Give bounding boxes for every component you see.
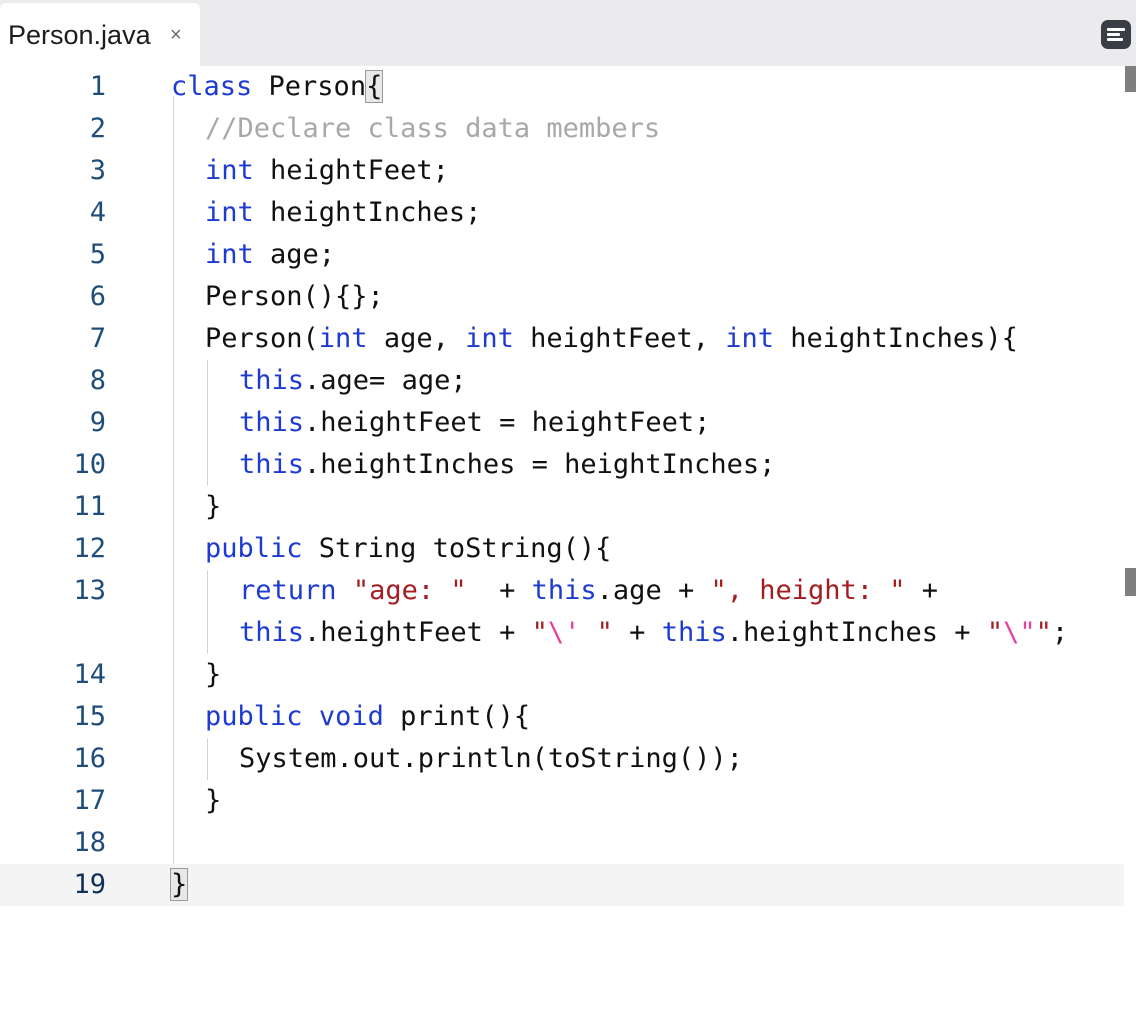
code-text: } — [169, 864, 189, 906]
code-line: 1 class Person{ — [0, 66, 1124, 108]
code-editor[interactable]: 1 class Person{ 2 //Declare class data m… — [0, 66, 1136, 936]
line-number: 1 — [89, 71, 106, 102]
code-text: System.out.println(toString()); — [239, 743, 743, 774]
code-text: } — [205, 785, 222, 816]
line-number: 3 — [89, 155, 106, 186]
code-text: int age; — [205, 239, 336, 270]
code-line: 8 this.age= age; — [0, 360, 1124, 402]
line-number: 4 — [89, 197, 106, 228]
code-line-active: 19 } — [0, 864, 1124, 906]
line-number: 16 — [73, 743, 106, 774]
code-line: 2 //Declare class data members — [0, 108, 1124, 150]
menu-lines-icon[interactable] — [1101, 20, 1131, 49]
code-text: int heightInches; — [205, 197, 482, 228]
code-text: public void print(){ — [205, 701, 531, 732]
line-number: 10 — [73, 449, 106, 480]
line-number: 11 — [73, 491, 106, 522]
code-text: int heightFeet; — [205, 155, 449, 186]
code-line: 3 int heightFeet; — [0, 150, 1124, 192]
line-number: 18 — [73, 827, 106, 858]
code-line: 10 this.heightInches = heightInches; — [0, 444, 1124, 486]
line-number: 6 — [89, 281, 106, 312]
tab-bar: Person.java × — [0, 0, 1136, 67]
line-number: 12 — [73, 533, 106, 564]
code-line: 5 int age; — [0, 234, 1124, 276]
tab-person-java[interactable]: Person.java × — [0, 3, 200, 67]
scrollbar-marker[interactable] — [1125, 568, 1136, 596]
code-line: 4 int heightInches; — [0, 192, 1124, 234]
line-number: 5 — [89, 239, 106, 270]
code-text: } — [205, 491, 222, 522]
code-text: this.heightFeet + "\' " + this.heightInc… — [239, 617, 1069, 648]
code-line: 12 public String toString(){ — [0, 528, 1124, 570]
code-line: 17 } — [0, 780, 1124, 822]
code-text: } — [205, 659, 222, 690]
code-text: this.heightInches = heightInches; — [239, 449, 776, 480]
line-number: 14 — [73, 659, 106, 690]
code-line-wrapped: this.heightFeet + "\' " + this.heightInc… — [0, 612, 1124, 654]
line-number: 13 — [73, 575, 106, 606]
code-text: public String toString(){ — [205, 533, 612, 564]
line-number: 7 — [89, 323, 106, 354]
close-icon[interactable]: × — [170, 23, 182, 47]
line-number: 17 — [73, 785, 106, 816]
code-line: 6 Person(){}; — [0, 276, 1124, 318]
tab-filename[interactable]: Person.java — [8, 20, 151, 50]
code-text: Person(){}; — [205, 281, 384, 312]
code-line: 14 } — [0, 654, 1124, 696]
code-line: 9 this.heightFeet = heightFeet; — [0, 402, 1124, 444]
code-line: 11 } — [0, 486, 1124, 528]
code-text: this.heightFeet = heightFeet; — [239, 407, 711, 438]
code-text: class Person{ — [171, 70, 384, 103]
code-line: 18 — [0, 822, 1124, 864]
line-number: 9 — [89, 407, 106, 438]
matched-brace: { — [365, 70, 384, 103]
line-number: 2 — [89, 113, 106, 144]
line-number: 19 — [73, 869, 106, 900]
code-line: 15 public void print(){ — [0, 696, 1124, 738]
matched-brace: } — [169, 868, 189, 901]
code-line: 13 return "age: " + this.age + ", height… — [0, 570, 1124, 612]
code-comment: //Declare class data members — [205, 113, 661, 144]
scrollbar-thumb[interactable] — [1125, 66, 1136, 92]
code-text: return "age: " + this.age + ", height: "… — [239, 575, 939, 606]
code-line: 16 System.out.println(toString()); — [0, 738, 1124, 780]
code-line: 7 Person(int age, int heightFeet, int he… — [0, 318, 1124, 360]
code-text: Person(int age, int heightFeet, int heig… — [205, 323, 1018, 354]
line-number: 15 — [73, 701, 106, 732]
line-number: 8 — [89, 365, 106, 396]
code-text: this.age= age; — [239, 365, 467, 396]
